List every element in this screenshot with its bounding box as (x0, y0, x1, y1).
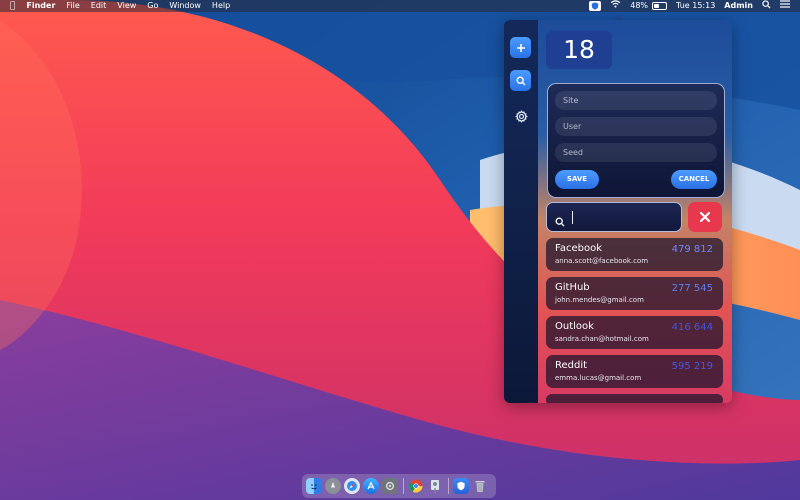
menu-view[interactable]: View (117, 0, 136, 12)
entry-code[interactable]: 277 545 (672, 283, 713, 294)
trash-icon[interactable] (472, 478, 488, 494)
entry-code[interactable]: 416 644 (672, 322, 713, 333)
finder-icon[interactable] (306, 478, 322, 494)
entry-site: GitHub (555, 282, 590, 293)
launchpad-icon[interactable] (325, 478, 341, 494)
preview-icon[interactable] (427, 478, 443, 494)
account-entry-partial[interactable] (546, 394, 723, 403)
clear-search-button[interactable] (688, 202, 722, 232)
apple-icon[interactable]:  (10, 0, 15, 12)
entry-user: anna.scott@facebook.com (555, 257, 649, 265)
text-caret (572, 211, 573, 224)
search-input[interactable] (546, 202, 682, 232)
menu-go[interactable]: Go (147, 0, 158, 12)
authenticator-popover: 18 Site User Seed SAVE CANCEL Facebook a… (504, 20, 732, 403)
battery-percent: 48% (630, 1, 649, 10)
code-count: 18 (546, 31, 612, 69)
entry-code[interactable]: 595 219 (672, 361, 713, 372)
close-icon (699, 211, 711, 223)
entry-user: john.mendes@gmail.com (555, 296, 644, 304)
plus-icon (516, 43, 525, 52)
entry-site: Facebook (555, 243, 602, 254)
menu-bar:  Finder File Edit View Go Window Help 4… (0, 0, 800, 12)
account-entry[interactable]: Facebook anna.scott@facebook.com 479 812 (546, 238, 723, 271)
search-toggle-button[interactable] (510, 70, 531, 91)
entry-site: Reddit (555, 360, 588, 371)
gear-icon (514, 109, 528, 123)
entry-user: emma.lucas@gmail.com (555, 374, 642, 382)
battery-icon (652, 2, 668, 10)
user-field[interactable]: User (555, 117, 717, 136)
dock (302, 474, 496, 498)
battery-status[interactable]: 48% (630, 0, 668, 12)
app-store-icon[interactable] (363, 478, 379, 494)
wifi-icon[interactable] (610, 0, 621, 12)
menu-app-name[interactable]: Finder (26, 0, 55, 12)
seed-field[interactable]: Seed (555, 143, 717, 162)
dock-separator (403, 478, 404, 494)
account-entry[interactable]: GitHub john.mendes@gmail.com 277 545 (546, 277, 723, 310)
entry-site: Outlook (555, 321, 594, 332)
clock[interactable]: Tue 15:13 (676, 0, 715, 12)
site-field[interactable]: Site (555, 91, 717, 110)
account-entry[interactable]: Outlook sandra.chan@hotmail.com 416 644 (546, 316, 723, 349)
user-name[interactable]: Admin (724, 0, 753, 12)
entry-user: sandra.chan@hotmail.com (555, 335, 649, 343)
cancel-button[interactable]: CANCEL (671, 170, 717, 189)
menu-help[interactable]: Help (212, 0, 230, 12)
menu-window[interactable]: Window (169, 0, 201, 12)
spotlight-icon[interactable] (762, 0, 771, 13)
system-preferences-icon[interactable] (382, 478, 398, 494)
dock-separator (448, 478, 449, 494)
side-rail (504, 20, 538, 403)
menu-file[interactable]: File (66, 0, 79, 12)
settings-button[interactable] (513, 108, 529, 124)
add-account-form: Site User Seed SAVE CANCEL (547, 83, 725, 198)
menu-edit[interactable]: Edit (91, 0, 107, 12)
account-entry[interactable]: Reddit emma.lucas@gmail.com 595 219 (546, 355, 723, 388)
add-button[interactable] (510, 37, 531, 58)
search-icon (515, 75, 525, 85)
entry-code[interactable]: 479 812 (672, 244, 713, 255)
search-icon (555, 212, 565, 231)
extension-icon[interactable] (589, 1, 602, 11)
extension-app-icon[interactable] (453, 478, 469, 494)
chrome-icon[interactable] (408, 478, 424, 494)
control-center-icon[interactable] (780, 0, 790, 12)
save-button[interactable]: SAVE (555, 170, 599, 189)
safari-icon[interactable] (344, 478, 360, 494)
